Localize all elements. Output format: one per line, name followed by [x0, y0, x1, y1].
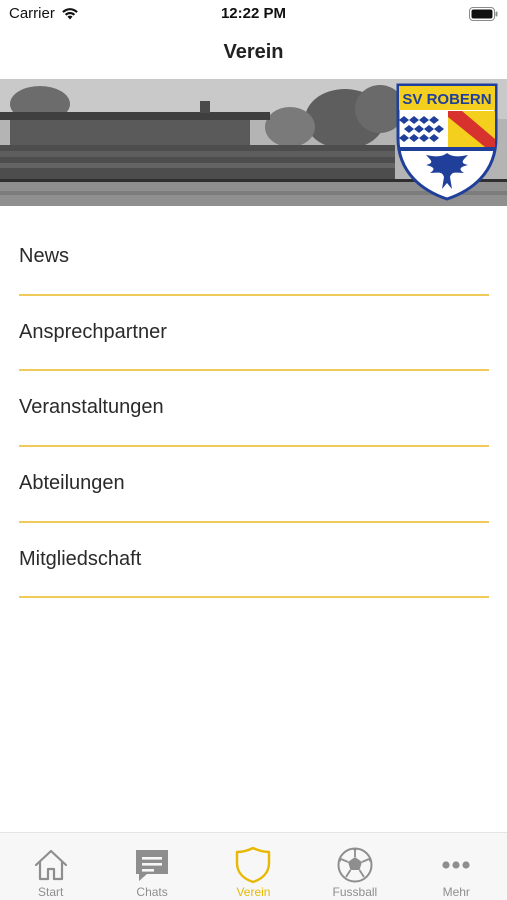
menu-item-label: Veranstaltungen	[19, 396, 164, 419]
tab-label: Verein	[236, 885, 271, 899]
menu-item-label: Ansprechpartner	[19, 320, 167, 343]
menu-item-news[interactable]: News	[19, 220, 489, 296]
menu-list: News Ansprechpartner Veranstaltungen Abt…	[19, 220, 489, 599]
tab-chats[interactable]: Chats	[101, 833, 202, 900]
soccer-ball-icon	[337, 847, 373, 883]
navigation-bar: Verein	[0, 28, 507, 78]
tab-fussball[interactable]: Fussball	[304, 833, 405, 900]
chat-icon	[136, 850, 169, 881]
menu-item-ansprechpartner[interactable]: Ansprechpartner	[19, 296, 489, 372]
tab-verein[interactable]: Verein	[203, 833, 304, 900]
menu-item-mitgliedschaft[interactable]: Mitgliedschaft	[19, 523, 489, 599]
status-bar: Carrier 12:22 PM	[0, 0, 507, 28]
menu-item-label: News	[19, 245, 70, 267]
menu-item-veranstaltungen[interactable]: Veranstaltungen	[19, 371, 489, 448]
tab-start[interactable]: Start	[0, 833, 101, 900]
tab-label: Mehr	[442, 885, 470, 899]
tab-label: Fussball	[332, 885, 378, 899]
tab-mehr[interactable]: Mehr	[406, 833, 507, 900]
menu-item-abteilungen[interactable]: Abteilungen	[19, 447, 489, 523]
logo-text: SV ROBERN	[402, 91, 491, 108]
status-time: 12:22 PM	[220, 5, 287, 22]
more-dots-icon	[442, 861, 470, 869]
menu-item-label: Mitgliedschaft	[19, 547, 142, 570]
page-title: Verein	[223, 41, 284, 63]
tab-bar: Start Chats Verein Fussball Mehr	[0, 832, 507, 900]
tab-label: Start	[38, 885, 64, 899]
home-icon	[34, 849, 67, 881]
menu-item-label: Abteilungen	[19, 472, 125, 495]
shield-icon	[236, 846, 271, 884]
club-banner: SV ROBERN	[0, 79, 507, 206]
club-logo: SV ROBERN	[396, 83, 498, 201]
tab-label: Chats	[136, 885, 168, 899]
battery-icon	[469, 7, 498, 21]
